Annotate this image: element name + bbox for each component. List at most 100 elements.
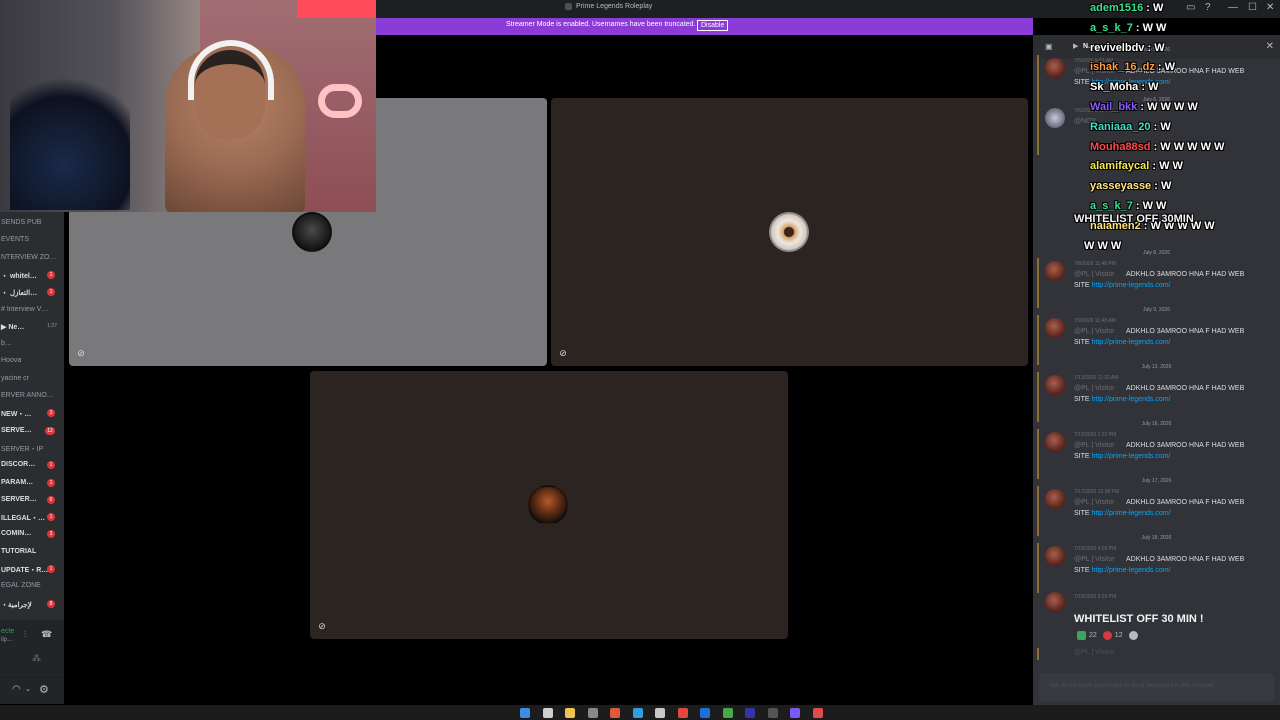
discord-icon[interactable]	[790, 708, 800, 718]
channel-label: SERVER…	[1, 495, 37, 503]
channel-category[interactable]: EVENTS	[0, 233, 64, 247]
channel-item[interactable]: NEW・… 3	[0, 406, 64, 420]
message-link[interactable]: http://prime-legends.com/	[1092, 453, 1171, 460]
role-mention[interactable]: @PL | Visitor	[1074, 271, 1114, 278]
start-icon[interactable]	[520, 708, 530, 718]
terminal-icon[interactable]	[767, 708, 778, 718]
message-timestamp: 7/17/2026 12:38 PM	[1074, 489, 1120, 495]
role-mention[interactable]: @PL | Visitor	[1074, 385, 1114, 392]
unread-badge: 1	[47, 288, 55, 297]
participant-avatar	[528, 485, 568, 525]
add-reaction-button[interactable]	[1128, 631, 1138, 640]
author-avatar[interactable]	[1045, 58, 1065, 78]
role-mention[interactable]: @PL | Visitor	[1074, 328, 1114, 335]
role-mention[interactable]: @PL | Visitor	[1074, 442, 1114, 449]
chevron-down-icon[interactable]: ⌄	[25, 685, 31, 693]
channel-category[interactable]: EGAL ZONE	[0, 579, 64, 593]
author-avatar[interactable]	[1045, 318, 1065, 338]
message-link[interactable]: http://prime-legends.com/	[1092, 567, 1171, 574]
chrome-icon[interactable]	[610, 708, 620, 718]
mail-icon[interactable]	[700, 708, 710, 718]
reaction-heart[interactable]: 12	[1102, 631, 1123, 640]
activities-icon[interactable]: ⁂	[32, 653, 41, 664]
stream-chat-line: a_s_k_7 : W W	[1090, 22, 1166, 34]
channel-item[interactable]: ・لإجرامية 8	[0, 597, 64, 611]
message-text-line2: SITE http://prime-legends.com/	[1074, 79, 1171, 86]
channel-category[interactable]: SERVER・IP	[0, 441, 64, 455]
channel-item[interactable]: yacine cr	[0, 372, 64, 386]
date-separator: July 9, 2026	[1143, 307, 1170, 313]
message-link[interactable]: http://prime-legends.com/	[1092, 339, 1171, 346]
whatsapp-icon[interactable]	[722, 708, 733, 718]
role-mention[interactable]: @PL | Visitor	[1074, 68, 1114, 75]
channel-item[interactable]: SERVE… 12	[0, 424, 64, 438]
message-link[interactable]: http://prime-legends.com/	[1092, 510, 1171, 517]
channel-item[interactable]: PARAM… 1	[0, 476, 64, 490]
channel-item[interactable]: ILLEGAL・… 1	[0, 510, 64, 524]
game-icon[interactable]	[677, 708, 688, 718]
minimize-button[interactable]: —	[1228, 2, 1238, 13]
chat-message: 7/8/2026 11:48 PM @PL | Visitor ADKHLO 3AM…	[1033, 258, 1280, 308]
author-avatar[interactable]	[1045, 375, 1065, 395]
channel-category[interactable]: NTERVIEW ZO…	[0, 251, 64, 265]
participant-tile-2[interactable]: ⊘	[551, 98, 1028, 366]
author-avatar[interactable]	[1045, 592, 1065, 612]
channel-item[interactable]: DISCOR… 1	[0, 458, 64, 472]
mention-stripe	[1037, 105, 1039, 155]
channel-item[interactable]: ・ التعازل… 1	[0, 285, 64, 299]
steam-icon[interactable]	[745, 708, 755, 718]
gear-icon[interactable]: ⚙	[39, 683, 49, 696]
message-link[interactable]: http://prime-legends.com/	[1092, 282, 1171, 289]
chat-message: 7/13/2026 11:32 AM @PL | Visitor ADKHLO 3A…	[1033, 372, 1280, 422]
channel-category[interactable]: SENDS PUB	[0, 216, 64, 230]
author-avatar[interactable]	[1045, 546, 1065, 566]
search-icon[interactable]	[542, 708, 553, 718]
channel-label: SERVER・IP	[1, 445, 44, 453]
app-icon[interactable]	[655, 708, 665, 718]
channel-item[interactable]: TUTORIAL	[0, 545, 64, 559]
help-icon[interactable]: ?	[1205, 2, 1211, 13]
message-link[interactable]: http://prime-legends.com/	[1092, 396, 1171, 403]
channel-item[interactable]: SERVER… 6	[0, 493, 64, 507]
author-avatar[interactable]	[1045, 108, 1065, 128]
headset-icon[interactable]: ◠	[12, 684, 21, 695]
message-text: ADKHLO 3AMROO HNA F HAD WEB	[1126, 556, 1245, 563]
disable-streamer-mode-button[interactable]: Disable	[697, 20, 729, 31]
obs-icon[interactable]	[812, 708, 823, 718]
channel-label: # Interview V…	[1, 305, 49, 313]
webcam-swim-ring	[318, 84, 362, 118]
author-avatar[interactable]	[1045, 261, 1065, 281]
disconnect-icon[interactable]: ☎	[41, 629, 52, 640]
channel-item[interactable]: ▶ Ne… 1:27	[0, 320, 64, 334]
role-mention[interactable]: @NOX	[1074, 118, 1096, 125]
author-avatar[interactable]	[1045, 432, 1065, 452]
maximize-button[interactable]: ☐	[1248, 2, 1257, 13]
message-link[interactable]: http://prime-legends.com/	[1092, 79, 1171, 86]
inbox-icon[interactable]: ▭	[1186, 2, 1195, 13]
channel-timer: 1:27	[47, 322, 57, 329]
reaction-check[interactable]: 22	[1077, 631, 1097, 640]
message-text: ADKHLO 3AMROO HNA F HAD WEB	[1126, 499, 1245, 506]
participant-tile-3[interactable]: ⊘	[310, 371, 788, 639]
channel-item[interactable]: ・ whitel… 1	[0, 268, 64, 282]
close-window-button[interactable]: ✕	[1266, 2, 1274, 13]
channel-item[interactable]: UPDATE・R… 1	[0, 562, 64, 576]
role-mention[interactable]: @PL | Visitor	[1074, 556, 1114, 563]
store-icon[interactable]	[587, 708, 598, 718]
channel-item[interactable]: COMIN… 3	[0, 527, 64, 541]
role-mention[interactable]: @PL | Visitor	[1074, 499, 1114, 506]
unread-badge: 6	[47, 495, 55, 504]
channel-item[interactable]: # Interview V…	[0, 303, 64, 317]
channel-item[interactable]: Hoova	[0, 354, 64, 368]
voice-activity-icon[interactable]: ⫶	[24, 629, 26, 640]
folder-icon[interactable]	[565, 708, 575, 718]
edge-icon[interactable]	[632, 708, 643, 718]
channel-item[interactable]: b…	[0, 337, 64, 351]
message-text: ADKHLO 3AMROO HNA F HAD WEB	[1126, 442, 1245, 449]
date-separator: July 16, 2026	[1141, 421, 1172, 427]
message-text-line2: SITE http://prime-legends.com/	[1074, 396, 1171, 403]
message-input[interactable]: You do not have permission to send messa…	[1039, 673, 1274, 701]
channel-category[interactable]: ERVER ANNO…	[0, 389, 64, 403]
author-avatar[interactable]	[1045, 489, 1065, 509]
reaction-count: 22	[1089, 632, 1097, 639]
